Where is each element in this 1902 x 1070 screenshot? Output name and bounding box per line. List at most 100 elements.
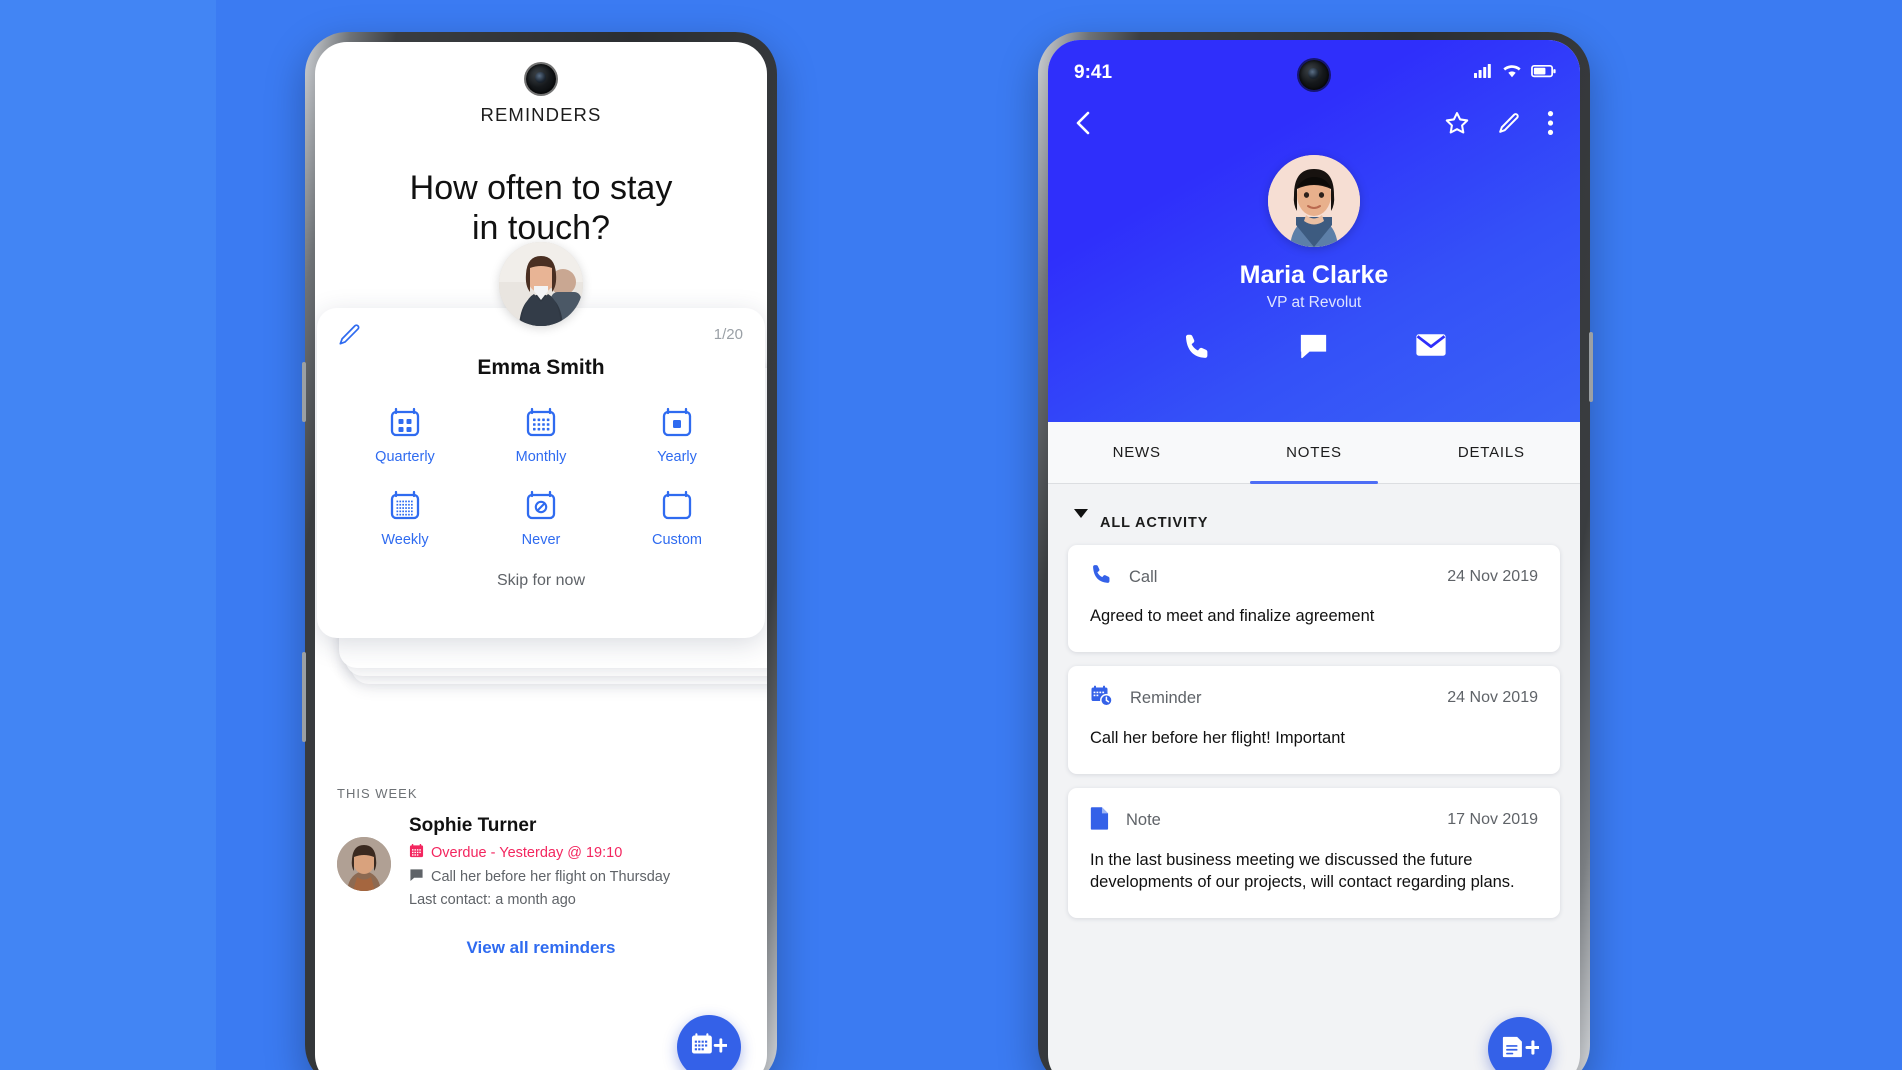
reminder-note-line: Call her before her flight on Thursday — [409, 868, 670, 886]
activity-section-label: ALL ACTIVITY — [1100, 515, 1209, 531]
power-button[interactable] — [302, 652, 306, 742]
headline: How often to stay in touch? — [315, 168, 767, 248]
star-icon[interactable] — [1444, 110, 1470, 141]
phone-icon — [1090, 563, 1113, 591]
phone-left-screen: REMINDERS How often to stay in touch? 1/… — [315, 42, 767, 1070]
reminder-list-item[interactable]: Sophie Turner Overdue - Yesterday @ 19:1… — [337, 815, 749, 908]
battery-icon — [1531, 62, 1556, 84]
activity-text: In the last business meeting we discusse… — [1090, 850, 1515, 892]
email-icon[interactable] — [1415, 332, 1447, 367]
power-button[interactable] — [1589, 332, 1593, 402]
tab-details[interactable]: DETAILS — [1403, 422, 1580, 483]
document-icon — [1090, 806, 1110, 835]
headline-line-1: How often to stay — [409, 169, 673, 207]
phone-icon[interactable] — [1182, 332, 1212, 367]
app-bar — [1048, 84, 1580, 141]
activity-kind: Reminder — [1130, 688, 1202, 707]
phone-right-screen: 9:41 Maria Clarke VP at Revolut NEWS NOT… — [1048, 40, 1580, 1070]
activity-text: Agreed to meet and finalize agreement — [1090, 607, 1375, 625]
contact-avatar-image — [499, 242, 583, 327]
reminder-status-text: Overdue - Yesterday @ 19:10 — [431, 844, 623, 861]
contact-avatar-image — [337, 837, 391, 892]
frequency-label: Quarterly — [375, 449, 435, 466]
phone-left: REMINDERS How often to stay in touch? 1/… — [302, 32, 777, 1070]
frequency-label: Monthly — [515, 449, 567, 466]
calendar-quarterly-icon — [337, 402, 473, 442]
reminder-contact-name: Sophie Turner — [409, 815, 537, 837]
scroll-container[interactable]: 9:41 Maria Clarke VP at Revolut NEWS NOT… — [1048, 40, 1580, 1070]
calendar-clock-icon — [1090, 684, 1114, 713]
add-reminder-fab[interactable] — [677, 1015, 741, 1070]
frequency-label: Custom — [652, 532, 702, 549]
cellular-signal-icon — [1474, 62, 1493, 84]
activity-section-header[interactable]: ALL ACTIVITY — [1048, 484, 1580, 531]
frequency-card: 1/20 Emma Smith Quarterly Monthly Yearly… — [317, 308, 765, 639]
activity-kind: Call — [1129, 567, 1158, 586]
app-bar-actions — [1444, 110, 1554, 141]
frequency-label: Never — [521, 532, 561, 549]
front-camera — [1299, 60, 1329, 90]
skip-for-now-button[interactable]: Skip for now — [317, 572, 765, 590]
activity-text: Call her before her flight! Important — [1090, 728, 1345, 747]
add-note-fab[interactable] — [1488, 1017, 1552, 1070]
frequency-options-grid: Quarterly Monthly Yearly Weekly Never Cu… — [317, 402, 765, 548]
volume-button[interactable] — [302, 362, 306, 422]
avatar — [1268, 155, 1360, 247]
frequency-option-quarterly[interactable]: Quarterly — [337, 402, 473, 465]
reminder-card-stack: 1/20 Emma Smith Quarterly Monthly Yearly… — [315, 242, 767, 724]
frequency-label: Yearly — [657, 449, 697, 466]
page-title: REMINDERS — [480, 104, 602, 125]
chevron-left-icon[interactable] — [1072, 110, 1096, 141]
frequency-option-yearly[interactable]: Yearly — [609, 402, 745, 465]
note-add-icon — [1501, 1033, 1541, 1066]
profile-role: VP at Revolut — [1266, 294, 1362, 311]
frequency-label: Weekly — [381, 532, 429, 549]
tab-notes[interactable]: NOTES — [1225, 422, 1402, 484]
frequency-option-monthly[interactable]: Monthly — [473, 402, 609, 465]
frequency-option-never[interactable]: Never — [473, 485, 609, 548]
frequency-option-custom[interactable]: Custom — [609, 485, 745, 548]
reminder-status-line: Overdue - Yesterday @ 19:10 — [409, 843, 670, 862]
status-time: 9:41 — [1074, 62, 1113, 83]
pencil-icon[interactable] — [336, 322, 362, 348]
activity-card-call[interactable]: Call 24 Nov 2019 Agreed to meet and fina… — [1068, 545, 1560, 652]
activity-date: 24 Nov 2019 — [1447, 689, 1538, 707]
tab-bar: NEWS NOTES DETAILS — [1048, 422, 1580, 484]
profile-header: 9:41 Maria Clarke VP at Revolut — [1048, 40, 1580, 422]
avatar — [337, 837, 391, 892]
frequency-option-weekly[interactable]: Weekly — [337, 485, 473, 548]
calendar-add-icon — [691, 1031, 728, 1064]
calendar-monthly-icon — [473, 402, 609, 442]
reminder-details: Sophie Turner Overdue - Yesterday @ 19:1… — [409, 815, 670, 908]
phone-right: 9:41 Maria Clarke VP at Revolut NEWS NOT… — [1038, 32, 1593, 1070]
comment-icon — [409, 868, 424, 886]
tab-news[interactable]: NEWS — [1048, 422, 1225, 483]
view-all-reminders-button[interactable]: View all reminders — [315, 938, 767, 958]
activity-date: 24 Nov 2019 — [1447, 568, 1538, 585]
section-label-this-week: THIS WEEK — [337, 786, 418, 802]
activity-card-header: Reminder 24 Nov 2019 — [1090, 684, 1538, 713]
avatar — [499, 242, 583, 327]
calendar-custom-icon — [609, 485, 745, 525]
overflow-menu-icon[interactable] — [1547, 110, 1554, 141]
activity-card-reminder[interactable]: Reminder 24 Nov 2019 Call her before her… — [1068, 665, 1560, 774]
front-camera — [526, 64, 556, 94]
wifi-icon — [1502, 62, 1522, 84]
status-indicators — [1474, 62, 1556, 84]
activity-card-header: Call 24 Nov 2019 — [1090, 563, 1538, 591]
activity-card-note[interactable]: Note 17 Nov 2019 In the last business me… — [1068, 787, 1560, 919]
contact-avatar-image — [1268, 155, 1360, 247]
chevron-down-icon[interactable] — [1074, 509, 1088, 518]
calendar-icon — [409, 843, 424, 862]
backdrop-band-left — [0, 0, 216, 1070]
activity-date: 17 Nov 2019 — [1447, 811, 1538, 829]
calendar-never-icon — [473, 485, 609, 525]
pencil-icon[interactable] — [1496, 111, 1521, 141]
calendar-weekly-icon — [337, 485, 473, 525]
message-icon[interactable] — [1298, 332, 1329, 367]
profile-actions — [1048, 332, 1580, 367]
reminder-last-contact: Last contact: a month ago — [409, 892, 576, 909]
reminder-note-text: Call her before her flight on Thursday — [431, 869, 671, 886]
card-counter: 1/20 — [713, 326, 743, 344]
activity-card-header: Note 17 Nov 2019 — [1090, 806, 1538, 835]
